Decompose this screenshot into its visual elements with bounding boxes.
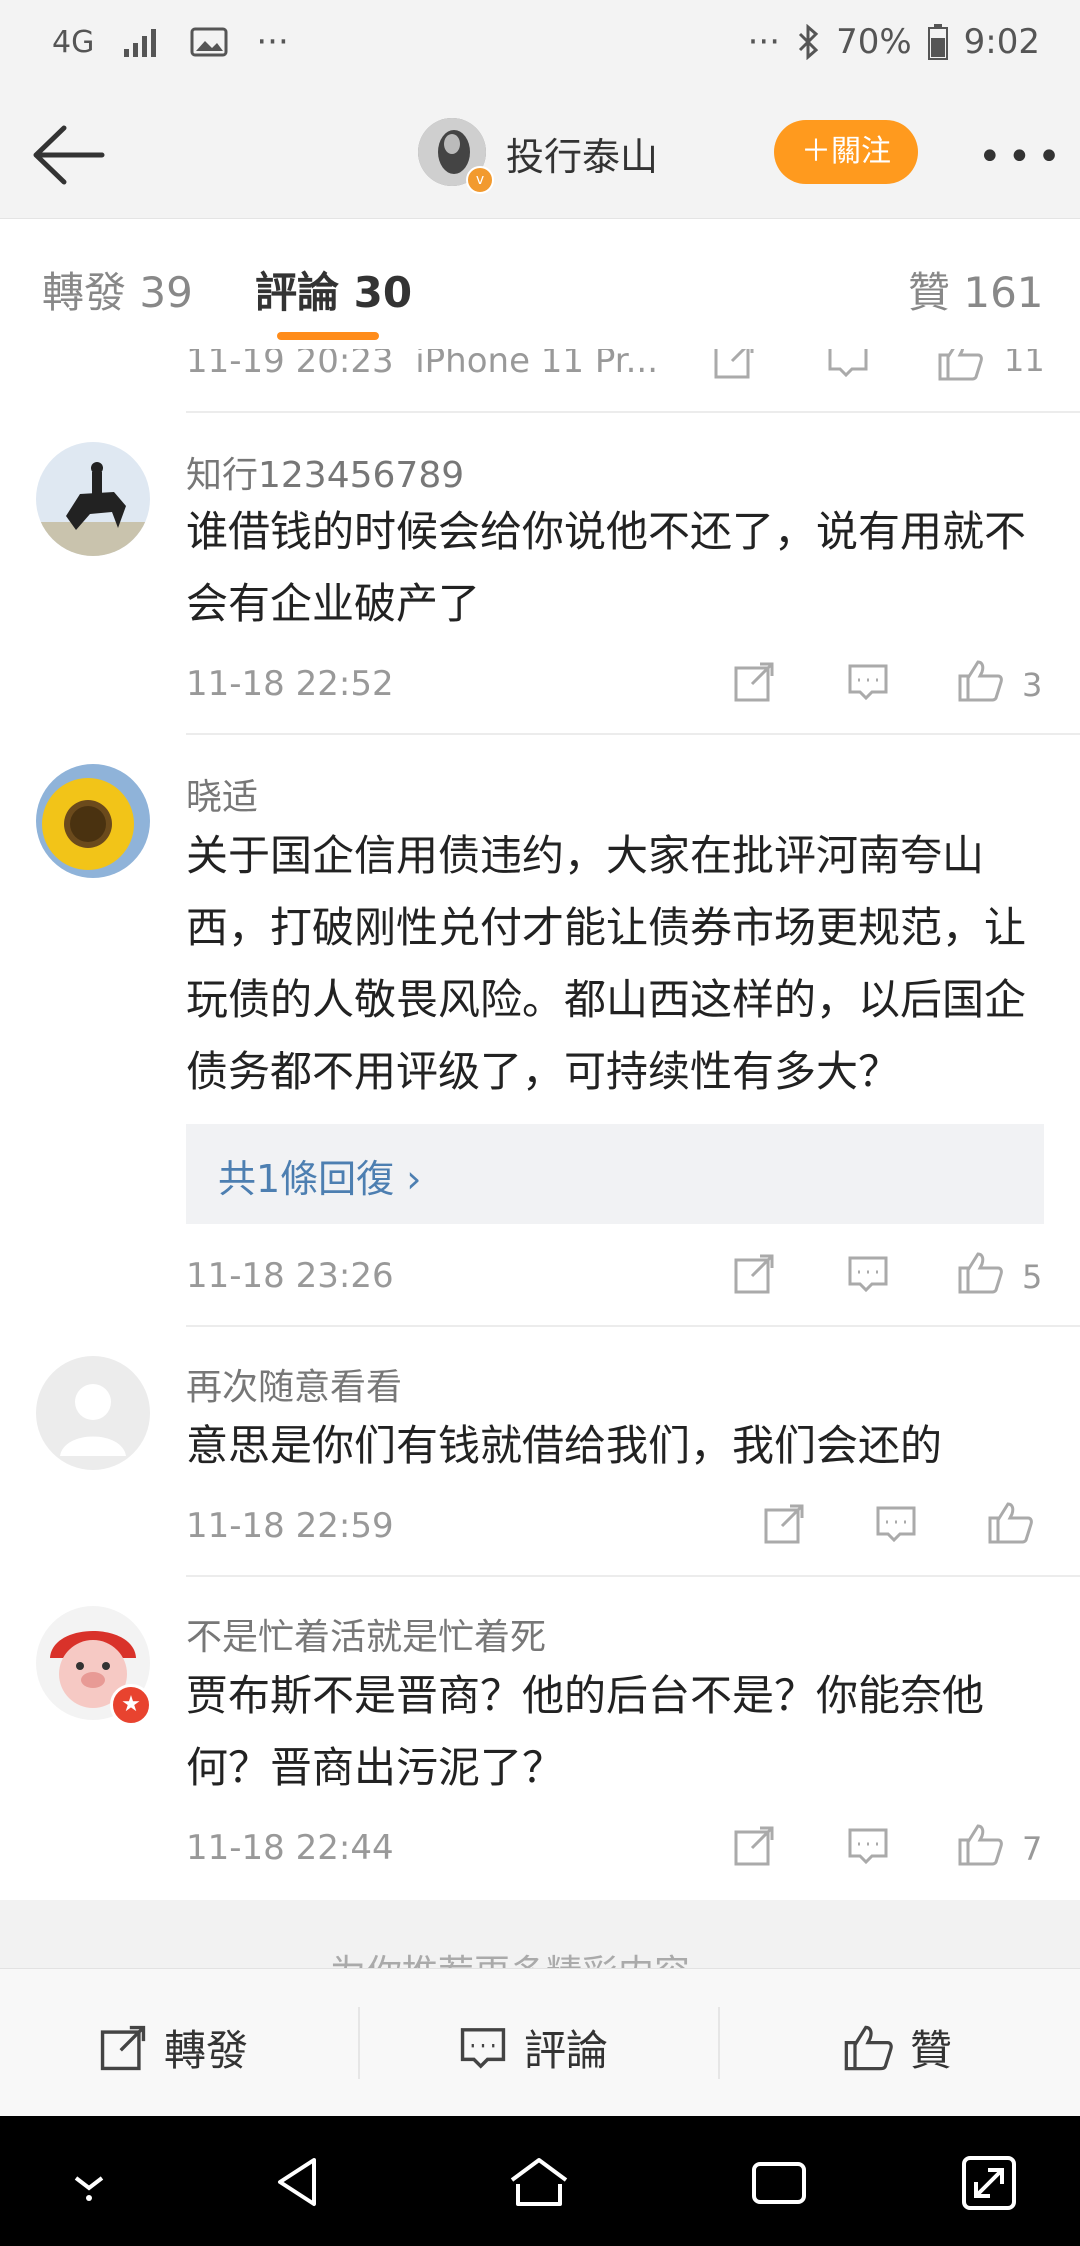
home-icon[interactable]	[504, 2150, 574, 2214]
comment-time: 11-19 20:23	[186, 349, 394, 381]
divider	[186, 733, 1080, 735]
like-label: 贊	[910, 2026, 953, 2075]
share-icon	[100, 2025, 146, 2070]
comment-icon	[460, 2027, 506, 2069]
share-icon[interactable]	[732, 1824, 776, 1868]
more-options-icon[interactable]: •••	[978, 134, 1067, 180]
like-count: 7	[1022, 1830, 1043, 1868]
system-nav-bar	[0, 2116, 1080, 2246]
comment-time: 11-18 22:52	[186, 664, 394, 704]
tab-active-indicator	[277, 332, 379, 340]
commenter-avatar[interactable]	[36, 1356, 150, 1470]
image-icon	[190, 27, 228, 57]
commenter-name[interactable]: 知行123456789	[186, 446, 464, 498]
like-count: 3	[1022, 666, 1043, 704]
battery-percent: 70%	[836, 22, 912, 62]
rotate-screen-icon[interactable]	[954, 2150, 1024, 2214]
repost-label: 轉發	[164, 2026, 249, 2075]
comment-time: 11-18 22:44	[186, 1828, 394, 1868]
like-icon[interactable]	[956, 1822, 1004, 1868]
reply-link-label[interactable]: 共1條回復 ›	[218, 1148, 421, 1203]
comment-text: 关于国企信用债违约，大家在批评河南夸山西，打破刚性兑付才能让债券市场更规范，让玩…	[186, 831, 1027, 1096]
hide-keyboard-icon[interactable]	[54, 2150, 124, 2214]
partial-comment-row: 11-19 20:23 iPhone 11 Pr... 11	[0, 349, 1080, 411]
back-arrow-icon[interactable]	[28, 120, 108, 190]
divider	[718, 2007, 720, 2079]
bottom-action-bar: 轉發 評論 贊	[0, 1968, 1080, 2117]
like-icon[interactable]	[956, 658, 1004, 704]
commenter-name[interactable]: 不是忙着活就是忙着死	[186, 1608, 546, 1660]
share-icon[interactable]	[732, 1252, 776, 1296]
recommend-section: 为你推荐更多精彩内容	[0, 1900, 1080, 1968]
share-icon[interactable]	[732, 660, 776, 704]
like-button[interactable]: 贊	[842, 2017, 952, 2078]
battery-icon	[927, 24, 948, 60]
top-header: v 投行泰山 ＋關注 •••	[0, 90, 1080, 219]
share-icon[interactable]	[712, 349, 756, 381]
like-count: 11	[1004, 349, 1045, 379]
commenter-avatar[interactable]	[36, 442, 150, 556]
comment-icon[interactable]	[874, 1502, 918, 1546]
divider	[186, 411, 1080, 413]
comment-icon[interactable]	[846, 1824, 890, 1868]
vip-badge-icon: ★	[110, 1684, 152, 1726]
commenter-name[interactable]: 晓适	[186, 768, 258, 820]
comment-icon[interactable]	[846, 1252, 890, 1296]
verified-badge-icon: v	[466, 166, 494, 194]
share-icon[interactable]	[762, 1502, 806, 1546]
divider	[186, 1325, 1080, 1327]
comment-button[interactable]: 評論	[458, 2017, 608, 2078]
comment-source: iPhone 11 Pr...	[415, 349, 659, 381]
like-icon[interactable]	[936, 349, 984, 381]
repost-button[interactable]: 轉發	[98, 2017, 248, 2078]
comment-text: 意思是你们有钱就借给我们，我们会还的	[186, 1421, 943, 1470]
comment-icon[interactable]	[846, 660, 890, 704]
divider	[358, 2007, 360, 2079]
tab-bar: 轉發 39 評論 30 贊 161	[0, 219, 1080, 349]
recommend-heading: 为你推荐更多精彩内容	[330, 1944, 690, 1968]
comment-text: 谁借钱的时候会给你说他不还了，说有用就不会有企业破产了	[186, 507, 1027, 628]
commenter-avatar[interactable]	[36, 764, 150, 878]
bluetooth-icon	[799, 24, 819, 60]
author-name[interactable]: 投行泰山	[506, 126, 658, 181]
like-icon	[844, 2025, 893, 2070]
back-icon[interactable]	[264, 2150, 334, 2214]
like-icon[interactable]	[956, 1250, 1004, 1296]
tab-repost[interactable]: 轉發 39	[42, 259, 193, 320]
comment-label: 評論	[524, 2026, 609, 2075]
commenter-name[interactable]: 再次随意看看	[186, 1358, 402, 1410]
tab-comments[interactable]: 評論 30	[255, 259, 412, 320]
network-indicator: 4G	[52, 24, 95, 60]
status-bar: 4G ··· ··· 70% 9:02	[0, 0, 1080, 90]
more-status-icon-right: ···	[747, 22, 781, 62]
follow-button[interactable]: ＋關注	[774, 120, 918, 184]
clock: 9:02	[963, 22, 1040, 62]
more-status-icon: ···	[256, 22, 289, 62]
comment-time: 11-18 23:26	[186, 1256, 394, 1296]
reply-link[interactable]: 共1條回復 ›	[186, 1124, 1044, 1224]
comment-text: 贾布斯不是晋商？他的后台不是？你能奈他何？晋商出污泥了？	[186, 1671, 985, 1792]
recent-apps-icon[interactable]	[744, 2150, 814, 2214]
like-count: 5	[1022, 1258, 1043, 1296]
signal-icon	[124, 29, 157, 57]
divider	[186, 1575, 1080, 1577]
comment-icon[interactable]	[826, 349, 870, 381]
tab-likes[interactable]: 贊 161	[908, 259, 1044, 320]
comment-time: 11-18 22:59	[186, 1506, 394, 1546]
like-icon[interactable]	[986, 1500, 1034, 1546]
